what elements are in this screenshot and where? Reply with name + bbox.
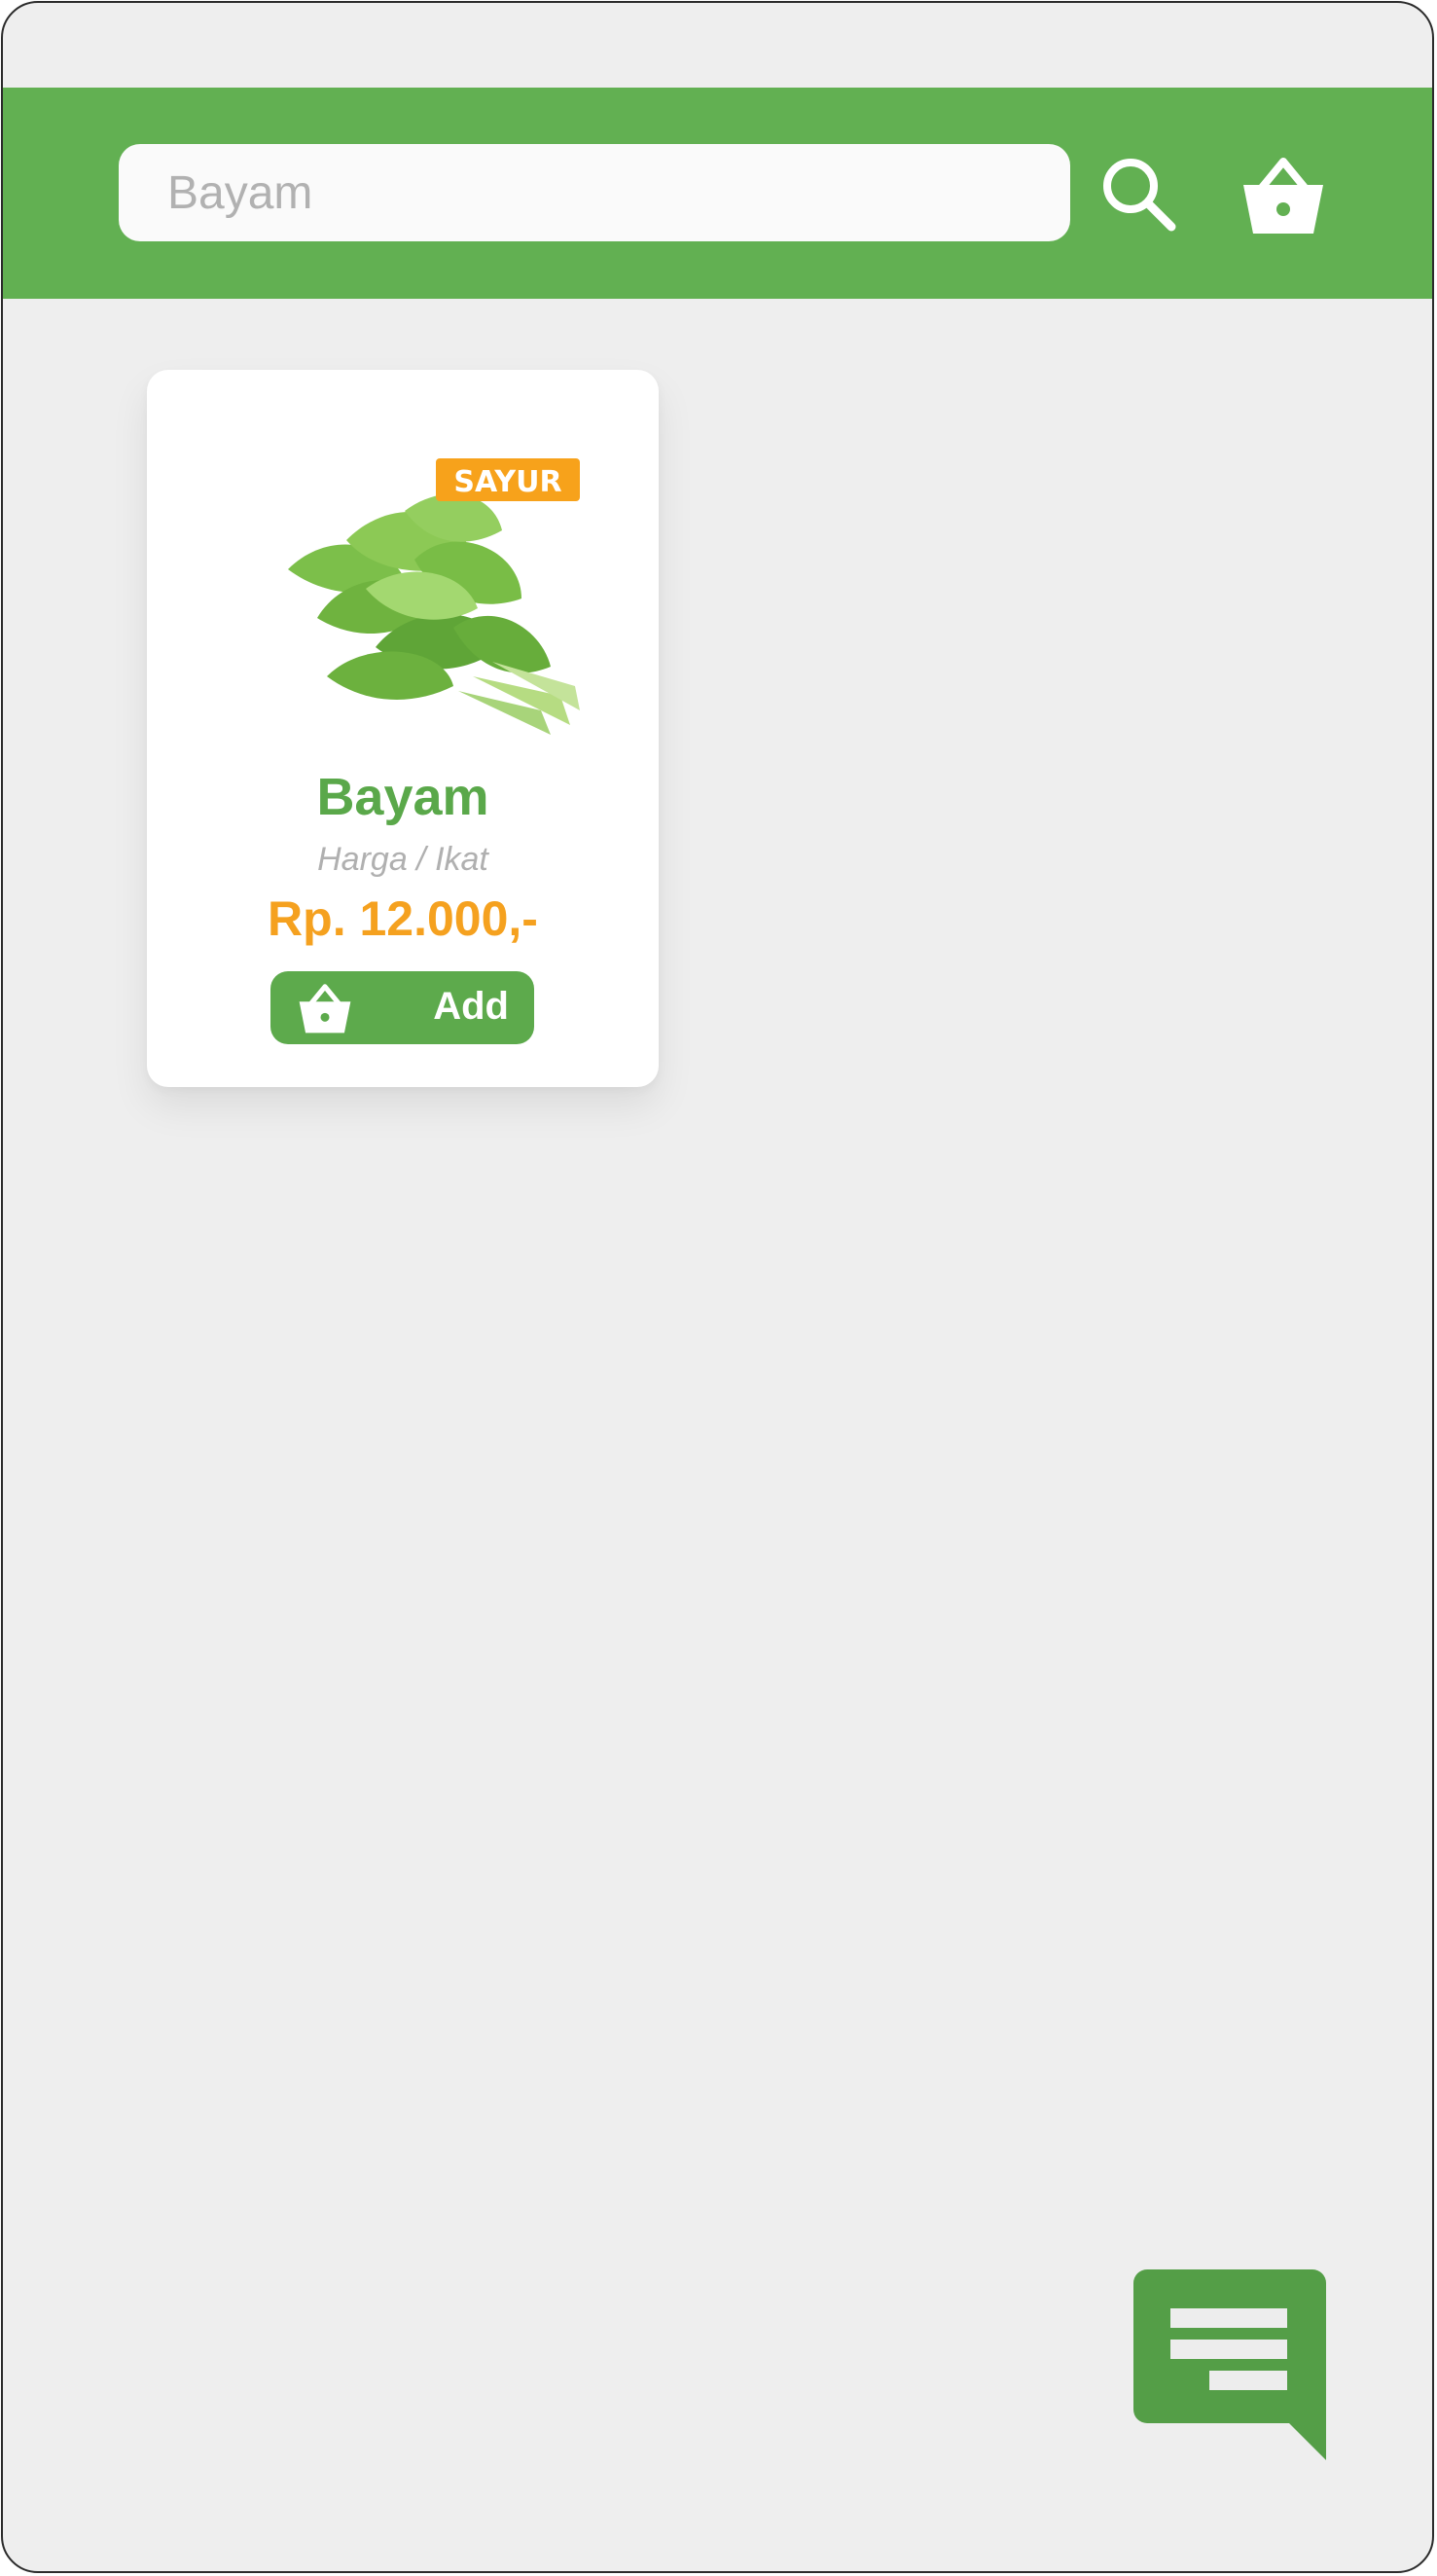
sayur-logo: SAYUR xyxy=(436,458,580,501)
top-bar xyxy=(3,88,1432,299)
chat-button[interactable] xyxy=(1133,2269,1326,2462)
product-unit: Harga / Ikat xyxy=(317,841,488,878)
cart-button[interactable] xyxy=(1239,156,1327,237)
product-card: SAYUR Bayam Harga / Ikat Rp. 12.000,- Ad… xyxy=(147,370,659,1087)
app-screen: SAYUR Bayam Harga / Ikat Rp. 12.000,- Ad… xyxy=(1,1,1434,2573)
product-image: SAYUR xyxy=(259,453,609,735)
add-button-label: Add xyxy=(433,985,509,1028)
spinach-illustration xyxy=(288,493,580,735)
search-button[interactable] xyxy=(1097,153,1185,240)
basket-icon xyxy=(299,984,351,1034)
add-to-cart-button[interactable]: Add xyxy=(270,971,534,1044)
search-input[interactable] xyxy=(119,144,1070,241)
product-price: Rp. 12.000,- xyxy=(268,891,538,946)
svg-text:SAYUR: SAYUR xyxy=(453,465,561,499)
search-icon xyxy=(1103,159,1176,232)
chat-icon xyxy=(1133,2269,1326,2460)
basket-icon xyxy=(1243,158,1323,234)
product-name: Bayam xyxy=(316,768,489,826)
